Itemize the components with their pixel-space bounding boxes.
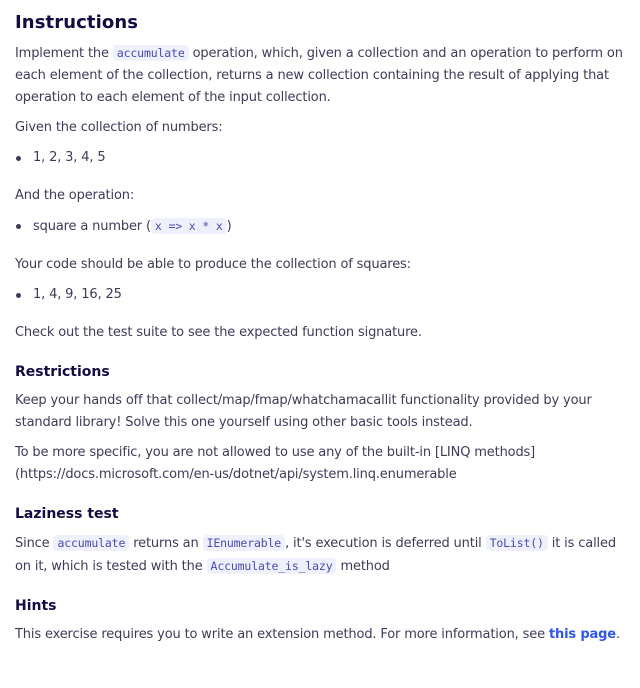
intro-paragraph: Implement the accumulate operation, whic…: [15, 42, 630, 109]
numbers-list: 1, 2, 3, 4, 5: [15, 147, 630, 169]
inline-code-lambda: x => x * x: [150, 218, 227, 234]
inline-code-test-name: Accumulate_is_lazy: [206, 558, 337, 574]
laziness-heading: Laziness test: [15, 506, 119, 522]
inline-code-accumulate: accumulate: [53, 535, 130, 551]
laziness-text: , it's execution is deferred until: [285, 536, 486, 551]
laziness-text: Since: [15, 536, 54, 551]
operation-item-post: ): [226, 219, 232, 234]
hints-section: Hints This exercise requires you to writ…: [15, 596, 630, 646]
restrictions-paragraph-2: To be more specific, you are not allowed…: [15, 445, 536, 482]
laziness-section: Laziness test Since accumulate returns a…: [15, 504, 630, 578]
operation-label: And the operation:: [15, 188, 135, 203]
inline-code-accumulate: accumulate: [112, 45, 189, 61]
laziness-text: method: [336, 559, 390, 574]
inline-code-ienumerable: IEnumerable: [202, 535, 286, 551]
intro-text-pre: Implement the: [15, 46, 113, 61]
hints-end: .: [615, 627, 620, 642]
bullet-icon: [16, 293, 21, 298]
page-title: Instructions: [15, 12, 139, 33]
this-page-link[interactable]: this page: [549, 627, 616, 642]
laziness-text: returns an: [129, 536, 203, 551]
laziness-paragraph: Since accumulate returns an IEnumerable,…: [15, 532, 630, 578]
list-item: 1, 4, 9, 16, 25: [15, 284, 630, 306]
produce-label: Your code should be able to produce the …: [15, 257, 411, 272]
test-suite-paragraph: Check out the test suite to see the expe…: [15, 325, 422, 340]
restrictions-section: Restrictions Keep your hands off that co…: [15, 362, 630, 486]
list-item: 1, 2, 3, 4, 5: [15, 147, 630, 169]
instructions-document: Instructions Implement the accumulate op…: [0, 0, 640, 646]
restrictions-heading: Restrictions: [15, 364, 110, 380]
squares-list: 1, 4, 9, 16, 25: [15, 284, 630, 306]
inline-code-tolist: ToList(): [485, 535, 548, 551]
bullet-icon: [16, 224, 21, 229]
operation-list: square a number (x => x * x): [15, 215, 630, 238]
squares-item-text: 1, 4, 9, 16, 25: [33, 287, 122, 302]
hints-paragraph: This exercise requires you to write an e…: [15, 624, 630, 646]
bullet-icon: [16, 156, 21, 161]
hints-heading: Hints: [15, 598, 57, 614]
operation-item-pre: square a number (: [33, 219, 151, 234]
restrictions-paragraph-1: Keep your hands off that collect/map/fma…: [15, 393, 592, 430]
numbers-item-text: 1, 2, 3, 4, 5: [33, 150, 106, 165]
given-numbers-label: Given the collection of numbers:: [15, 120, 223, 135]
list-item: square a number (x => x * x): [15, 215, 630, 238]
hints-text: This exercise requires you to write an e…: [15, 627, 549, 642]
